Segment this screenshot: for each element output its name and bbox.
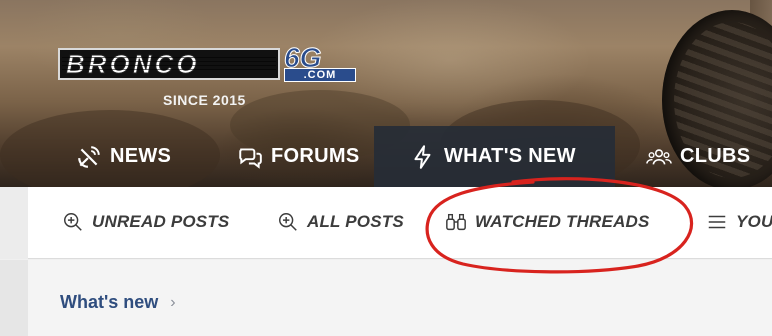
nav-item-forums[interactable]: FORUMS	[237, 126, 359, 187]
satellite-dish-icon	[78, 145, 100, 168]
magnifier-plus-icon	[64, 213, 82, 231]
subnav-item-all-posts[interactable]: ALL POSTS	[277, 209, 404, 235]
users-group-icon	[646, 148, 672, 165]
subnav-item-your-content[interactable]: YOU	[706, 209, 772, 235]
nav-label-news: NEWS	[110, 145, 172, 167]
subnav-label-watched-threads: WATCHED THREADS	[475, 212, 650, 231]
subnav-item-watched-threads[interactable]: WATCHED THREADS	[445, 209, 650, 235]
logo-domain: .COM	[284, 68, 356, 82]
subnav-label-all-posts: ALL POSTS	[307, 212, 404, 231]
subnav-label-unread-posts: UNREAD POSTS	[92, 212, 230, 231]
nav-label-whats-new: WHAT'S NEW	[444, 145, 576, 167]
content-edge	[0, 260, 28, 336]
site-logo[interactable]: BRONCO 6G .COM	[58, 42, 358, 86]
sub-navigation: UNREAD POSTS ALL POSTS WATCHED THREADS Y…	[0, 187, 772, 259]
nav-item-whats-new[interactable]: WHAT'S NEW	[374, 126, 615, 187]
chevron-right-icon: ›	[170, 293, 176, 311]
logo-wordmark: BRONCO	[66, 49, 200, 80]
menu-lines-icon	[708, 215, 726, 229]
breadcrumb: What's new ›	[60, 292, 176, 313]
magnifier-plus-icon	[279, 213, 297, 231]
site-tagline: SINCE 2015	[163, 92, 246, 108]
subnav-item-unread-posts[interactable]: UNREAD POSTS	[62, 209, 229, 235]
site-header-banner: BRONCO 6G .COM SINCE 2015 NEWS FORUMS WH…	[0, 0, 772, 187]
main-navigation: NEWS FORUMS WHAT'S NEW CLUBS	[0, 126, 772, 187]
nav-item-clubs[interactable]: CLUBS	[646, 126, 750, 187]
breadcrumb-link-whats-new[interactable]: What's new	[60, 292, 158, 313]
nav-label-forums: FORUMS	[271, 145, 360, 167]
subnav-edge	[0, 187, 28, 259]
lightning-bolt-icon	[414, 144, 431, 169]
subnav-label-your-content: YOU	[736, 212, 772, 231]
binoculars-icon	[446, 213, 466, 231]
nav-label-clubs: CLUBS	[680, 145, 751, 167]
chat-bubbles-icon	[239, 147, 262, 169]
nav-item-news[interactable]: NEWS	[76, 126, 171, 187]
